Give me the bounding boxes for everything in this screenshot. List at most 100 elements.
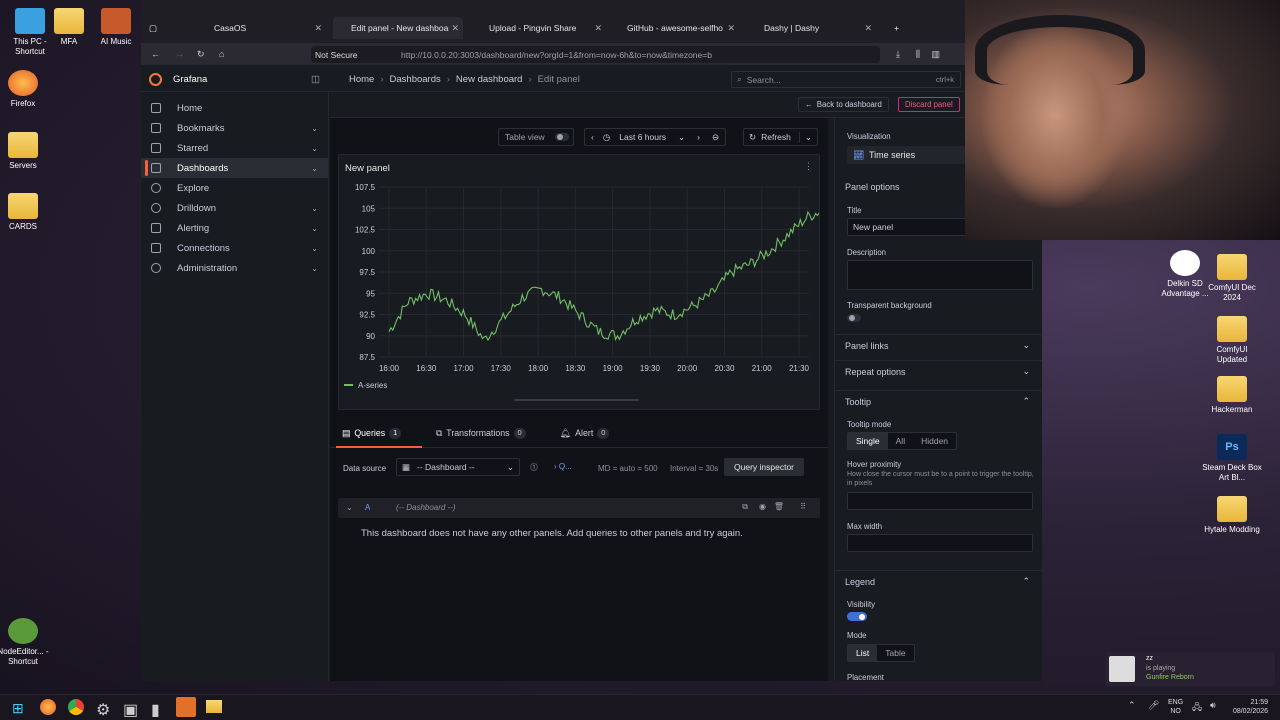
chevron-down-icon[interactable]: ⌄ <box>311 224 318 233</box>
description-textarea[interactable] <box>847 260 1033 290</box>
desktop-icon-hytale[interactable]: Hytale Modding <box>1202 496 1262 535</box>
query-options-toggle[interactable]: › Q... <box>554 462 572 471</box>
desktop-icon-ai-music[interactable]: AI Music <box>86 8 146 47</box>
chrome-taskbar-icon[interactable] <box>68 699 84 715</box>
sidebar-icon[interactable]: ▥ <box>931 49 940 60</box>
nav-drilldown[interactable]: Drilldown ⌄ <box>141 198 328 218</box>
back-icon[interactable]: ← <box>151 49 160 59</box>
download-icon[interactable]: ⤓ <box>896 49 900 60</box>
nav-bookmarks[interactable]: Bookmarks ⌄ <box>141 118 328 138</box>
timeseries-chart[interactable]: 107.5 105 102.5 100 97.5 95 92.5 90 87.5 16:00 16:… <box>339 177 819 407</box>
grafana-logo-icon[interactable] <box>149 73 162 86</box>
library-icon[interactable]: ⫼ <box>916 49 920 60</box>
dock-menu-icon[interactable]: ◫ <box>311 74 320 85</box>
chevron-down-icon[interactable]: ⌄ <box>311 164 318 173</box>
chevron-down-icon[interactable]: ⌄ <box>311 144 318 153</box>
new-tab-button[interactable]: + <box>886 17 906 39</box>
tooltip-header[interactable]: Tooltip ⌃ <box>835 390 1042 412</box>
desktop-icon-comfyui-updated[interactable]: ComfyUI Updated <box>1202 316 1262 365</box>
tooltip-mode-hidden[interactable]: Hidden <box>913 433 956 449</box>
chevron-down-icon[interactable]: ⌄ <box>311 244 318 253</box>
tab-transformations[interactable]: ⧉ Transformations 0 <box>436 428 526 439</box>
search-input[interactable]: ⌕ Search... ctrl+k <box>731 71 961 88</box>
tab-github[interactable]: GitHub - awesome-selfhosted ✕ <box>609 17 739 39</box>
vlc-taskbar-icon[interactable] <box>176 697 196 717</box>
firefox-taskbar-icon[interactable] <box>40 699 56 715</box>
nav-dashboards[interactable]: Dashboards ⌄ <box>141 158 328 178</box>
chevron-down-icon[interactable]: ⌄ <box>311 204 318 213</box>
chevron-down-icon[interactable]: ⌄ <box>311 124 318 133</box>
language-indicator[interactable]: ENG NO <box>1168 698 1183 716</box>
security-label[interactable]: Not Secure <box>315 50 358 60</box>
tab-dashy[interactable]: Dashy | Dashy ✕ <box>746 17 876 39</box>
data-source-picker[interactable]: ▦ -- Dashboard -- ⌄ <box>396 458 520 476</box>
close-icon[interactable]: ✕ <box>314 23 322 34</box>
shift-back-icon[interactable]: ‹ <box>585 132 600 142</box>
query-row-header[interactable]: ⌄ A (-- Dashboard --) ⧉ ◉ 🗑︎ ⠿ <box>338 498 820 518</box>
legend-header[interactable]: Legend ⌃ <box>835 570 1042 592</box>
tooltip-mode-all[interactable]: All <box>888 433 913 449</box>
close-icon[interactable]: ✕ <box>727 23 735 34</box>
chevron-down-icon[interactable]: ⌄ <box>672 132 691 143</box>
close-icon[interactable]: ✕ <box>864 23 872 34</box>
mic-icon[interactable]: 🎤︎ <box>1148 700 1159 711</box>
legend-visibility-toggle[interactable] <box>847 612 867 621</box>
breadcrumb-dashboards[interactable]: Dashboards <box>390 74 441 85</box>
legend-mode-list[interactable]: List <box>848 645 878 661</box>
nav-home[interactable]: Home <box>141 98 328 118</box>
transparent-toggle[interactable] <box>847 314 861 322</box>
trash-icon[interactable]: 🗑︎ <box>774 502 784 511</box>
panel-menu-icon[interactable]: ⋮ <box>804 161 813 172</box>
max-width-input[interactable] <box>847 534 1033 552</box>
nav-starred[interactable]: Starred ⌄ <box>141 138 328 158</box>
tab-queries[interactable]: ▤ Queries 1 <box>342 428 402 439</box>
tab-alert[interactable]: 🔔︎ Alert 0 <box>560 428 610 439</box>
desktop-icon-nodeeditor[interactable]: NodeEditor... - Shortcut <box>0 618 53 667</box>
tab-pingvin[interactable]: Upload - Pingvin Share ✕ <box>471 17 606 39</box>
terminal-taskbar-icon[interactable]: ▣ <box>123 700 138 720</box>
drag-handle-icon[interactable]: ⠿ <box>800 502 806 511</box>
collapse-icon[interactable]: ⌄ <box>346 503 353 512</box>
game-notification[interactable]: zz is playing Gunfire Reborn <box>1105 652 1275 686</box>
desktop-icon-firefox[interactable]: Firefox <box>0 70 53 109</box>
help-icon[interactable]: ⓵ <box>530 462 538 473</box>
desktop-icon-hackerman[interactable]: Hackerman <box>1202 376 1262 415</box>
app2-taskbar-icon[interactable]: ▮ <box>151 700 160 720</box>
home-icon[interactable]: ⌂ <box>219 49 224 59</box>
network-icon[interactable]: 🖧︎ <box>1192 700 1202 716</box>
close-icon[interactable]: ✕ <box>451 23 459 34</box>
panel-links-header[interactable]: Panel links ⌄ <box>835 334 1042 356</box>
nav-alerting[interactable]: Alerting ⌄ <box>141 218 328 238</box>
breadcrumb-new-dashboard[interactable]: New dashboard <box>456 74 523 85</box>
time-range-label[interactable]: Last 6 hours <box>613 132 672 142</box>
legend-mode-table[interactable]: Table <box>877 645 913 661</box>
zoom-out-icon[interactable]: ⊖ <box>706 132 725 143</box>
visualization-picker[interactable]: 📈︎ Time series <box>847 146 965 164</box>
reload-icon[interactable]: ↻ <box>197 49 205 60</box>
nav-explore[interactable]: Explore <box>141 178 328 198</box>
nav-administration[interactable]: Administration ⌄ <box>141 258 328 278</box>
tray-chevron-icon[interactable]: ⌃ <box>1128 700 1136 711</box>
hover-proximity-input[interactable] <box>847 492 1033 510</box>
nav-connections[interactable]: Connections ⌄ <box>141 238 328 258</box>
duplicate-icon[interactable]: ⧉ <box>742 502 748 512</box>
tab-grafana[interactable]: Edit panel - New dashboard -✕ <box>333 17 463 39</box>
tab-casaos[interactable]: CasaOS ✕ <box>196 17 326 39</box>
query-inspector-button[interactable]: Query inspector <box>724 458 804 476</box>
volume-icon[interactable]: 🔊︎ <box>1210 700 1216 711</box>
time-picker[interactable]: ‹ ◷ Last 6 hours ⌄ › ⊖ <box>584 128 727 146</box>
desktop-icon-comfyui-dec[interactable]: ComfyUI Dec 2024 <box>1202 254 1262 303</box>
close-icon[interactable]: ✕ <box>594 23 602 34</box>
app-taskbar-icon[interactable]: ⚙ <box>96 700 110 720</box>
eye-icon[interactable]: ◉ <box>759 502 766 511</box>
desktop-icon-cards[interactable]: CARDS <box>0 193 53 232</box>
toggle-switch[interactable] <box>554 133 569 141</box>
shift-forward-icon[interactable]: › <box>691 132 706 142</box>
query-ref-id[interactable]: A <box>365 503 370 512</box>
repeat-options-header[interactable]: Repeat options ⌄ <box>835 360 1042 382</box>
url-field[interactable]: Not Secure http://10.0.0.20:3003/dashboa… <box>311 46 880 63</box>
chevron-down-icon[interactable]: ⌄ <box>798 131 817 143</box>
back-to-dashboard-button[interactable]: ← Back to dashboard <box>798 97 889 112</box>
windows-start-icon[interactable]: ⊞ <box>12 700 24 717</box>
breadcrumb-home[interactable]: Home <box>349 74 374 85</box>
